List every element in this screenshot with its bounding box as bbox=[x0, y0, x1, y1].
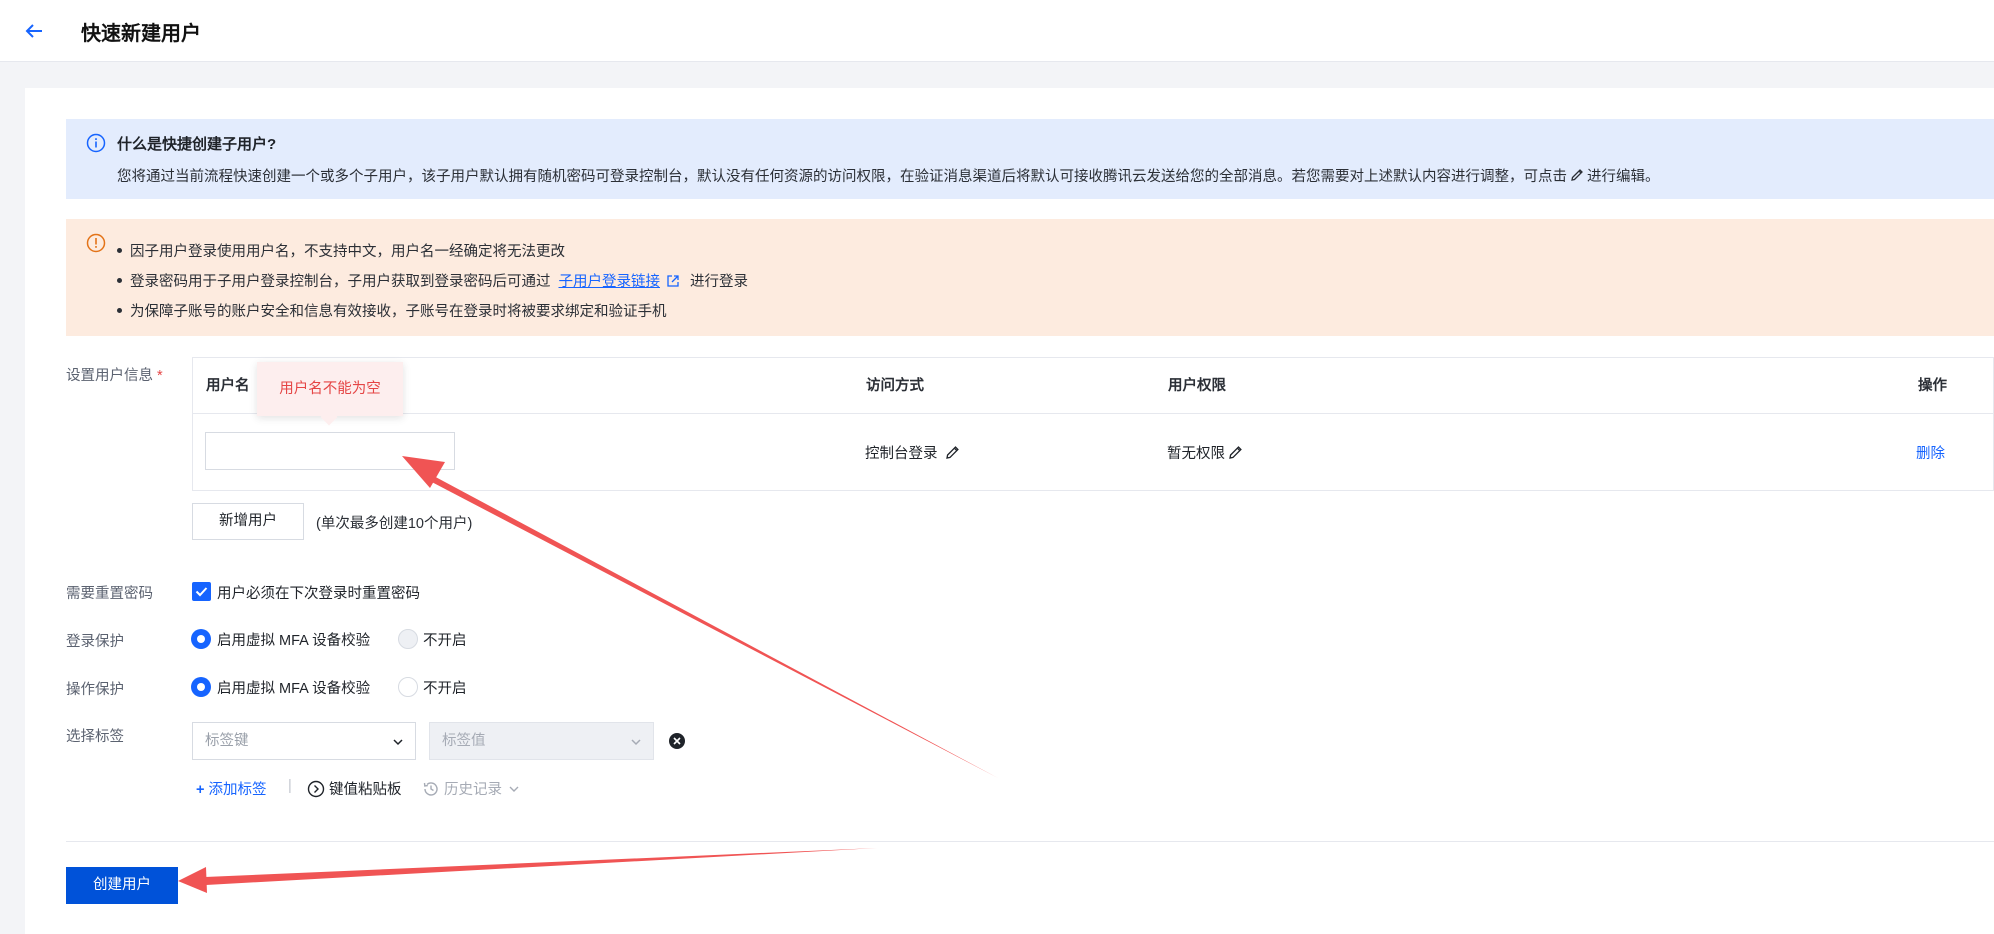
access-text: 控制台登录 bbox=[865, 446, 938, 462]
warning-line-2-text: 登录密码用于子用户登录控制台，子用户获取到登录密码后可通过 bbox=[130, 274, 551, 290]
add-tag-link[interactable]: + 添加标签 bbox=[196, 778, 266, 799]
tag-actions-separator: | bbox=[288, 778, 292, 794]
col-access: 访问方式 bbox=[866, 378, 924, 394]
col-username: 用户名 bbox=[206, 378, 250, 394]
login-protect-off-radio[interactable] bbox=[398, 629, 418, 649]
op-protect-off-text: 不开启 bbox=[423, 681, 467, 697]
warning-line-1: 因子用户登录使用用户名，不支持中文，用户名一经确定将无法更改 bbox=[117, 240, 565, 261]
tag-key-placeholder: 标签键 bbox=[205, 733, 249, 749]
kv-paste-board[interactable]: 键值粘贴板 bbox=[307, 778, 402, 799]
top-bar: 快速新建用户 bbox=[0, 0, 1994, 62]
op-protect-mfa-text: 启用虚拟 MFA 设备校验 bbox=[217, 681, 371, 697]
login-protect-mfa-radio[interactable] bbox=[191, 629, 211, 649]
warning-icon bbox=[86, 233, 106, 253]
tag-value-select[interactable]: 标签值 bbox=[429, 722, 654, 760]
info-icon bbox=[86, 133, 106, 153]
warning-line-1-text: 因子用户登录使用用户名，不支持中文，用户名一经确定将无法更改 bbox=[130, 244, 565, 260]
page-title: 快速新建用户 bbox=[81, 23, 201, 45]
tag-key-select[interactable]: 标签键 bbox=[192, 722, 416, 760]
create-user-button[interactable]: 创建用户 bbox=[66, 867, 178, 904]
permission-cell: 暂无权限 bbox=[1167, 442, 1244, 463]
user-info-label: 设置用户信息 * bbox=[66, 364, 163, 385]
tag-value-placeholder: 标签值 bbox=[442, 733, 486, 749]
reset-password-label: 需要重置密码 bbox=[66, 586, 153, 602]
tags-label: 选择标签 bbox=[66, 729, 124, 745]
login-protect-off-text: 不开启 bbox=[423, 633, 467, 649]
subuser-login-link[interactable]: 子用户登录链接 bbox=[559, 274, 661, 290]
op-protect-label: 操作保护 bbox=[66, 682, 124, 698]
permission-text: 暂无权限 bbox=[1167, 446, 1225, 462]
access-cell: 控制台登录 bbox=[865, 442, 961, 463]
reset-password-text: 用户必须在下次登录时重置密码 bbox=[217, 586, 420, 602]
kv-board-text: 键值粘贴板 bbox=[329, 782, 402, 798]
error-tooltip: 用户名不能为空 bbox=[257, 362, 403, 416]
info-text: 您将通过当前流程快速创建一个或多个子用户，该子用户默认拥有随机密码可登录控制台，… bbox=[117, 165, 1660, 186]
login-protect-label: 登录保护 bbox=[66, 634, 124, 650]
external-link-icon[interactable] bbox=[666, 274, 680, 288]
limit-hint: (单次最多创建10个用户) bbox=[316, 516, 473, 532]
op-protect-off-radio[interactable] bbox=[398, 677, 418, 697]
info-title: 什么是快捷创建子用户? bbox=[117, 136, 277, 153]
table-header: 用户名 访问方式 用户权限 操作 bbox=[193, 358, 1993, 414]
warning-line-3: 为保障子账号的账户安全和信息有效接收，子账号在登录时将被要求绑定和验证手机 bbox=[117, 300, 667, 321]
warning-line-2: 登录密码用于子用户登录控制台，子用户获取到登录密码后可通过 子用户登录链接 进行登录 bbox=[117, 270, 748, 291]
reset-password-checkbox[interactable] bbox=[192, 582, 211, 601]
warning-line-3-text: 为保障子账号的账户安全和信息有效接收，子账号在登录时将被要求绑定和验证手机 bbox=[130, 304, 667, 320]
chevron-down-icon bbox=[393, 739, 403, 746]
history-text: 历史记录 bbox=[444, 782, 502, 798]
login-protect-mfa-text: 启用虚拟 MFA 设备校验 bbox=[217, 633, 371, 649]
delete-row-link[interactable]: 删除 bbox=[1916, 442, 1945, 463]
form-panel bbox=[25, 88, 1994, 934]
add-tag-text: 添加标签 bbox=[208, 782, 267, 798]
clear-tag-icon[interactable] bbox=[668, 732, 686, 750]
op-protect-mfa-radio[interactable] bbox=[191, 677, 211, 697]
col-action: 操作 bbox=[1918, 378, 1947, 394]
col-permission: 用户权限 bbox=[1168, 378, 1226, 394]
back-arrow-icon[interactable] bbox=[22, 18, 48, 44]
user-info-label-text: 设置用户信息 bbox=[66, 368, 153, 384]
chevron-circle-icon bbox=[307, 780, 325, 798]
add-user-button[interactable]: 新增用户 bbox=[192, 503, 304, 540]
history-icon bbox=[423, 782, 438, 796]
info-text-before: 您将通过当前流程快速创建一个或多个子用户，该子用户默认拥有随机密码可登录控制台，… bbox=[117, 169, 1567, 185]
footer-divider bbox=[66, 841, 1994, 842]
username-input[interactable] bbox=[205, 432, 455, 470]
edit-access-icon[interactable] bbox=[944, 444, 961, 461]
chevron-down-icon bbox=[631, 739, 641, 746]
chevron-down-icon bbox=[509, 786, 519, 792]
user-table: 用户名 访问方式 用户权限 操作 bbox=[192, 357, 1994, 491]
edit-icon bbox=[1571, 169, 1583, 181]
checkmark-icon bbox=[195, 587, 208, 597]
plus-icon: + bbox=[196, 782, 205, 798]
info-banner bbox=[66, 119, 1994, 199]
required-mark: * bbox=[157, 368, 163, 384]
history-records[interactable]: 历史记录 bbox=[422, 778, 524, 799]
warning-line-2-after: 进行登录 bbox=[690, 274, 748, 290]
info-text-after: 进行编辑。 bbox=[1587, 169, 1660, 185]
edit-permission-icon[interactable] bbox=[1227, 444, 1244, 461]
